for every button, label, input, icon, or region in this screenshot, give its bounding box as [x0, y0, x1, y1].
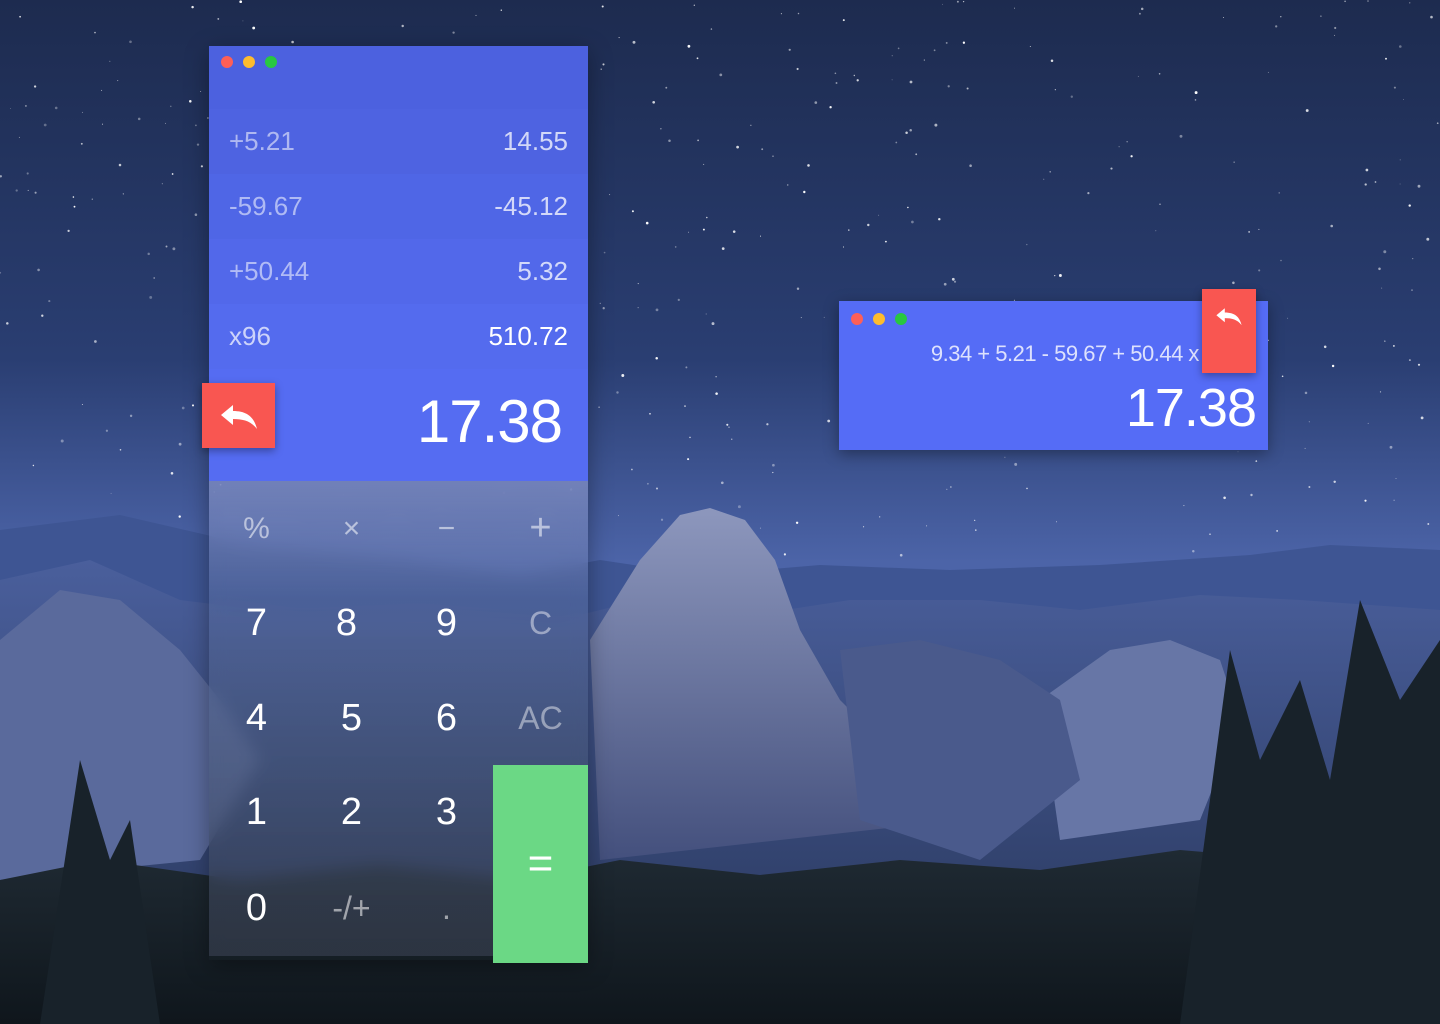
digit-2-key[interactable]: 2 — [304, 765, 399, 860]
digit-8-key[interactable]: 8 — [299, 576, 394, 671]
history-result: 510.72 — [488, 321, 568, 351]
keypad: % × − + 7 8 9 C 4 5 6 AC 1 2 3 0 -/+ . = — [209, 481, 588, 963]
result-value: 17.38 — [416, 388, 563, 455]
minimize-button[interactable] — [873, 313, 885, 325]
clear-key[interactable]: C — [493, 576, 588, 671]
history-row[interactable]: +5.21 14.55 — [209, 109, 588, 174]
digit-1-key[interactable]: 1 — [209, 765, 304, 860]
multiply-key[interactable]: × — [304, 481, 399, 576]
history-result: -45.12 — [494, 191, 568, 221]
minimize-button[interactable] — [243, 56, 255, 68]
history-operation: x96 — [229, 321, 271, 351]
result-value: 17.38 — [1125, 378, 1257, 438]
undo-button[interactable] — [202, 383, 275, 448]
percent-key[interactable]: % — [209, 481, 304, 576]
equals-key[interactable]: = — [493, 765, 588, 963]
window-controls — [221, 56, 277, 68]
history-row[interactable]: x96 510.72 — [209, 304, 588, 369]
close-button[interactable] — [851, 313, 863, 325]
history-operation: +5.21 — [229, 126, 295, 156]
window-controls — [851, 313, 907, 325]
digit-7-key[interactable]: 7 — [209, 576, 304, 671]
window-titlebar[interactable] — [209, 46, 588, 109]
history-row[interactable]: -59.67 -45.12 — [209, 174, 588, 239]
digit-5-key[interactable]: 5 — [304, 671, 399, 766]
decimal-key[interactable]: . — [399, 861, 494, 956]
result-display: 17.38 — [202, 369, 588, 481]
negate-key[interactable]: -/+ — [304, 861, 399, 956]
history-result: 5.32 — [517, 256, 568, 286]
history-operation: +50.44 — [229, 256, 310, 286]
digit-6-key[interactable]: 6 — [399, 671, 494, 766]
history-result: 14.55 — [502, 126, 568, 156]
digit-0-key[interactable]: 0 — [209, 861, 304, 956]
expression-text: 9.34 + 5.21 - 59.67 + 50.44 x 96 — [930, 341, 1229, 366]
digit-3-key[interactable]: 3 — [399, 765, 494, 860]
close-button[interactable] — [221, 56, 233, 68]
subtract-key[interactable]: − — [399, 481, 494, 576]
all-clear-key[interactable]: AC — [493, 671, 588, 766]
zoom-button[interactable] — [895, 313, 907, 325]
digit-4-key[interactable]: 4 — [209, 671, 304, 766]
undo-arrow-icon — [1216, 308, 1242, 326]
digit-9-key[interactable]: 9 — [399, 576, 494, 671]
history-row[interactable]: +50.44 5.32 — [209, 239, 588, 304]
zoom-button[interactable] — [265, 56, 277, 68]
undo-arrow-icon — [220, 404, 257, 429]
history-operation: -59.67 — [229, 191, 303, 221]
undo-button[interactable] — [1202, 289, 1256, 373]
add-key[interactable]: + — [493, 481, 588, 576]
calculator-window: +5.21 14.55 -59.67 -45.12 +50.44 5.32 x9… — [202, 46, 588, 963]
